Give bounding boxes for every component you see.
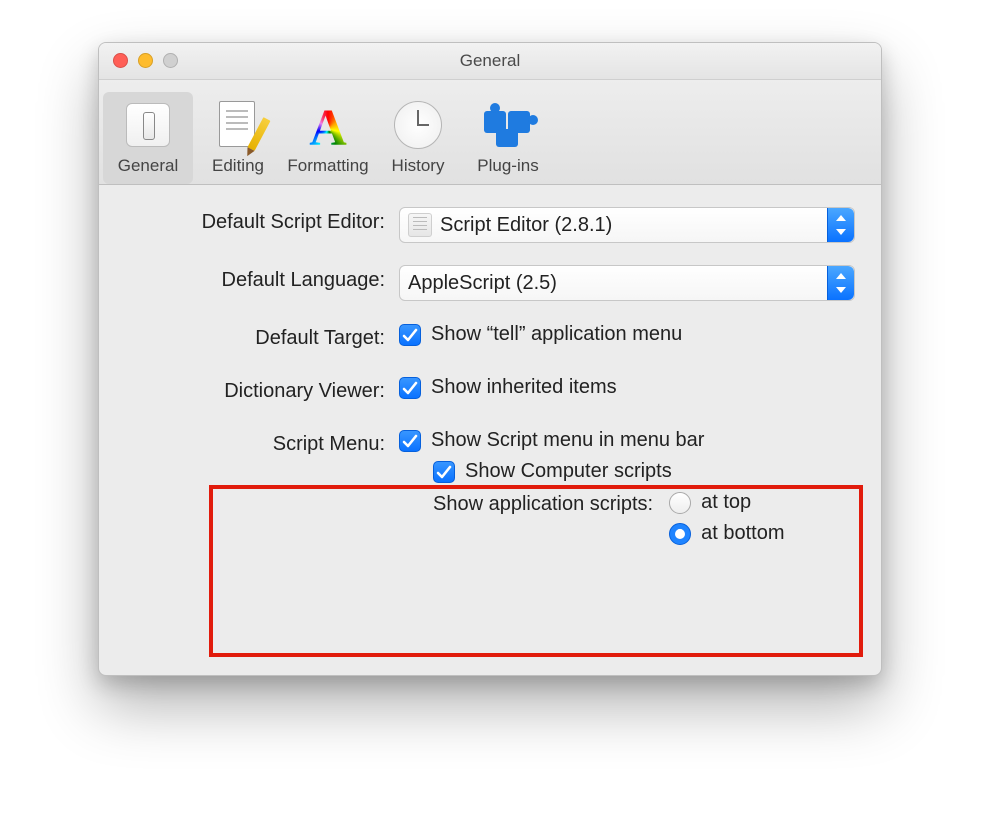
- editing-icon: [217, 101, 259, 149]
- preferences-content: Default Script Editor: Script Editor (2.…: [99, 185, 881, 545]
- titlebar: General: [99, 43, 881, 80]
- radio-at-bottom-label: at bottom: [701, 522, 784, 545]
- checkmark-icon: [399, 324, 421, 346]
- radio-icon: [669, 492, 691, 514]
- chevron-up-down-icon: [827, 208, 854, 242]
- default-editor-popup[interactable]: Script Editor (2.8.1): [399, 207, 855, 243]
- row-default-language: Default Language: AppleScript (2.5): [125, 265, 855, 301]
- radio-group-app-scripts: at top at bottom: [669, 491, 784, 545]
- checkbox-show-computer-scripts-label: Show Computer scripts: [465, 460, 672, 483]
- tab-general[interactable]: General: [103, 92, 193, 184]
- tab-history[interactable]: History: [373, 92, 463, 184]
- preferences-window: General General Editing A Formatting: [98, 42, 882, 676]
- checkbox-show-script-menu[interactable]: Show Script menu in menu bar: [399, 429, 855, 452]
- label-script-menu: Script Menu:: [125, 429, 399, 456]
- preferences-toolbar: General Editing A Formatting History: [99, 80, 881, 185]
- label-default-language: Default Language:: [125, 265, 399, 292]
- checkbox-show-script-menu-label: Show Script menu in menu bar: [431, 429, 704, 452]
- row-dictionary-viewer: Dictionary Viewer: Show inherited items: [125, 376, 855, 407]
- radio-at-top[interactable]: at top: [669, 491, 784, 514]
- tab-editing-label: Editing: [193, 156, 283, 176]
- checkbox-show-inherited-label: Show inherited items: [431, 376, 617, 399]
- tab-formatting[interactable]: A Formatting: [283, 92, 373, 184]
- history-icon: [394, 101, 442, 149]
- checkmark-icon: [399, 430, 421, 452]
- minimize-button[interactable]: [138, 53, 153, 68]
- checkbox-show-inherited[interactable]: Show inherited items: [399, 376, 855, 399]
- tab-plugins[interactable]: Plug-ins: [463, 92, 553, 184]
- tab-general-label: General: [103, 156, 193, 176]
- window-title: General: [460, 51, 520, 71]
- row-app-scripts-position: Show application scripts: at top at bott…: [433, 491, 855, 545]
- zoom-button[interactable]: [163, 53, 178, 68]
- checkmark-icon: [433, 461, 455, 483]
- checkbox-show-tell-menu[interactable]: Show “tell” application menu: [399, 323, 855, 346]
- label-dictionary-viewer: Dictionary Viewer:: [125, 376, 399, 403]
- tab-plugins-label: Plug-ins: [463, 156, 553, 176]
- window-controls: [113, 53, 178, 68]
- label-default-editor: Default Script Editor:: [125, 207, 399, 234]
- chevron-up-down-icon: [827, 266, 854, 300]
- checkbox-show-computer-scripts[interactable]: Show Computer scripts: [433, 460, 855, 483]
- close-button[interactable]: [113, 53, 128, 68]
- default-editor-value: Script Editor (2.8.1): [440, 214, 612, 237]
- formatting-icon: A: [303, 100, 353, 150]
- tab-history-label: History: [373, 156, 463, 176]
- radio-icon: [669, 523, 691, 545]
- tab-editing[interactable]: Editing: [193, 92, 283, 184]
- checkmark-icon: [399, 377, 421, 399]
- checkbox-show-tell-menu-label: Show “tell” application menu: [431, 323, 682, 346]
- label-app-scripts: Show application scripts:: [433, 491, 669, 516]
- radio-at-bottom[interactable]: at bottom: [669, 522, 784, 545]
- script-editor-icon: [408, 213, 432, 237]
- label-default-target: Default Target:: [125, 323, 399, 350]
- tab-formatting-label: Formatting: [283, 156, 373, 176]
- default-language-value: AppleScript (2.5): [408, 272, 557, 295]
- row-default-target: Default Target: Show “tell” application …: [125, 323, 855, 354]
- row-default-editor: Default Script Editor: Script Editor (2.…: [125, 207, 855, 243]
- default-language-popup[interactable]: AppleScript (2.5): [399, 265, 855, 301]
- row-script-menu: Script Menu: Show Script menu in menu ba…: [125, 429, 855, 545]
- radio-at-top-label: at top: [701, 491, 751, 514]
- general-icon: [126, 103, 170, 147]
- plugins-icon: [480, 101, 536, 149]
